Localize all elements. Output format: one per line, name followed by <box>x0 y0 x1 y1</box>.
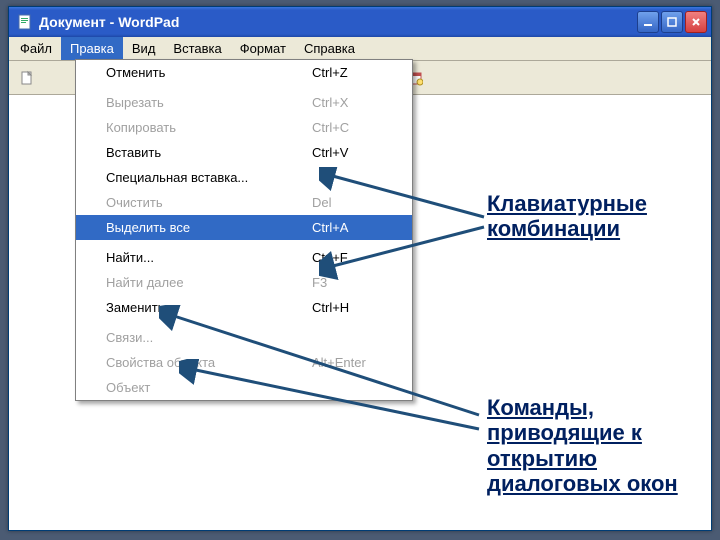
menu-insert[interactable]: Вставка <box>164 37 230 60</box>
annotation-keyboard: Клавиатурные комбинации <box>487 191 702 242</box>
separator <box>78 87 410 88</box>
menu-file[interactable]: Файл <box>11 37 61 60</box>
new-button[interactable] <box>15 66 39 90</box>
menu-links[interactable]: Связи... <box>76 325 412 350</box>
menu-clear[interactable]: ОчиститьDel <box>76 190 412 215</box>
menu-edit[interactable]: Правка <box>61 37 123 60</box>
separator <box>78 242 410 243</box>
menu-undo[interactable]: ОтменитьCtrl+Z <box>76 60 412 85</box>
menu-object[interactable]: Объект <box>76 375 412 400</box>
menubar: Файл Правка Вид Вставка Формат Справка <box>9 37 711 61</box>
menu-object-props[interactable]: Свойства объектаAlt+Enter <box>76 350 412 375</box>
menu-cut[interactable]: ВырезатьCtrl+X <box>76 90 412 115</box>
menu-paste-special[interactable]: Специальная вставка... <box>76 165 412 190</box>
menu-replace[interactable]: Заменить...Ctrl+H <box>76 295 412 320</box>
annotation-dialogs: Команды, приводящие к открытию диалоговы… <box>487 395 702 496</box>
titlebar[interactable]: Документ - WordPad <box>9 7 711 37</box>
minimize-button[interactable] <box>637 11 659 33</box>
close-button[interactable] <box>685 11 707 33</box>
menu-select-all[interactable]: Выделить всеCtrl+A <box>76 215 412 240</box>
window-buttons <box>637 11 707 33</box>
window-title: Документ - WordPad <box>39 14 637 30</box>
menu-paste[interactable]: ВставитьCtrl+V <box>76 140 412 165</box>
menu-find[interactable]: Найти...Ctrl+F <box>76 245 412 270</box>
app-icon <box>17 14 33 30</box>
menu-help[interactable]: Справка <box>295 37 364 60</box>
menu-format[interactable]: Формат <box>231 37 295 60</box>
maximize-button[interactable] <box>661 11 683 33</box>
menu-view[interactable]: Вид <box>123 37 165 60</box>
menu-find-next[interactable]: Найти далееF3 <box>76 270 412 295</box>
edit-menu-dropdown: ОтменитьCtrl+Z ВырезатьCtrl+X Копировать… <box>75 59 413 401</box>
separator <box>78 322 410 323</box>
app-window: Документ - WordPad Файл Правка Вид Встав… <box>8 6 712 531</box>
menu-copy[interactable]: КопироватьCtrl+C <box>76 115 412 140</box>
